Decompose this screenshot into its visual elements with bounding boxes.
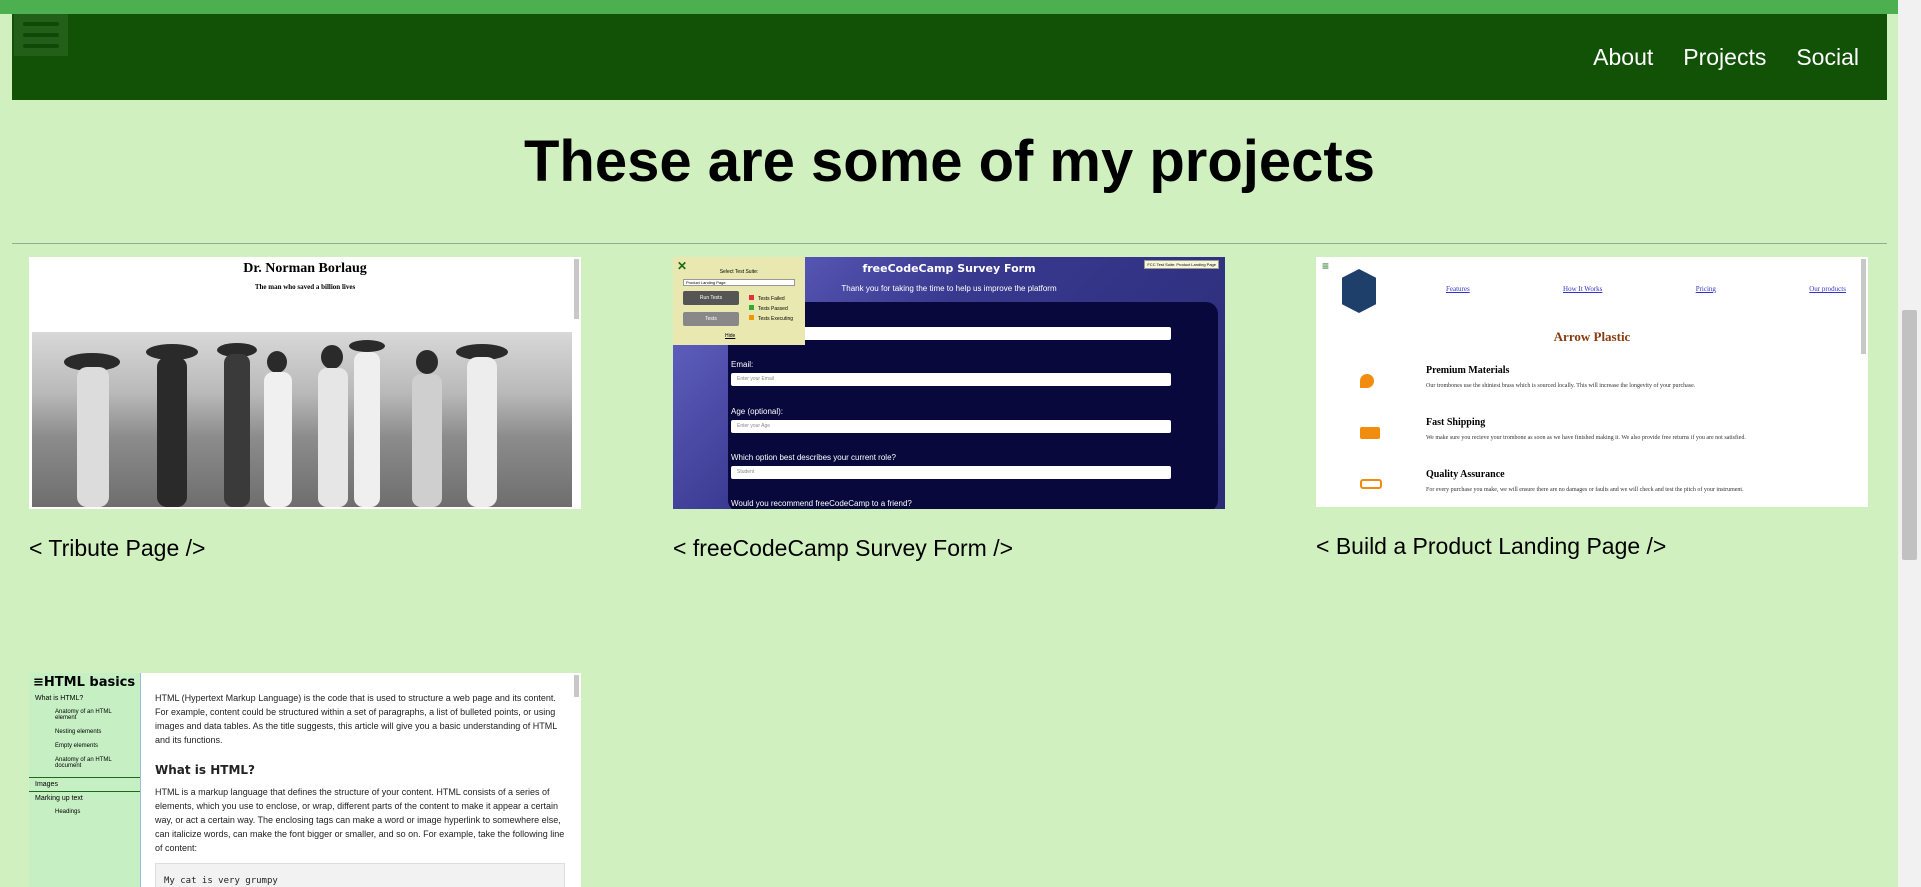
thumb-basics-side-title: ≡HTML basics [33,675,136,690]
thumb-survey-email-input: Enter your Email [731,373,1171,386]
side-item: Marking up text [29,791,140,805]
feature-title: Premium Materials [1426,365,1510,376]
fire-icon [1360,374,1374,388]
project-thumbnail-html-basics[interactable]: ≡HTML basics What is HTML? Anatomy of an… [29,673,581,887]
project-thumbnail-tribute[interactable]: Dr. Norman Borlaug The man who saved a b… [29,257,581,509]
fcc-suite-select: Product Landing Page [683,279,795,286]
thumb-scrollbar [574,675,579,697]
project-link-tribute[interactable]: < Tribute Page /> [29,535,581,562]
thumb-basics-intro: HTML (Hypertext Markup Language) is the … [155,693,557,745]
feature-body: We make sure you recieve your trombone a… [1426,435,1746,441]
page-title: These are some of my projects [524,129,1375,194]
project-thumbnail-survey[interactable]: freeCodeCamp Survey Form Thank you for t… [673,257,1225,509]
project-card-html-basics: ≡HTML basics What is HTML? Anatomy of an… [29,673,581,887]
nav-link-about[interactable]: About [1593,44,1653,71]
fcc-tests-button: Tests [683,312,739,326]
fcc-legend-executing: Tests Executing [749,314,793,324]
thumb-tribute-subtitle: The man who saved a billion lives [254,283,356,291]
menu-icon: ≡ [1322,259,1330,273]
feature-title: Quality Assurance [1426,469,1505,480]
thumb-survey-role-select: Student [731,466,1171,479]
thumb-survey-age-input: Enter your Age [731,420,1171,433]
side-subitem: Anatomy of an HTML document [55,757,112,769]
battery-icon [1360,479,1382,489]
fcc-run-tests-button: Run Tests [683,291,739,305]
thumb-product-nav-features: Features [1446,285,1470,293]
project-card-product: ≡ Features How It Works Pricing Our prod… [1316,257,1868,560]
fcc-suite-badge: FCC Test Suite: Product Landing Page [1144,260,1219,269]
fcc-test-panel: ✕ Select Test Suite: Product Landing Pag… [673,257,805,345]
navbar: About Projects Social [12,14,1887,100]
side-subitem: Anatomy of an HTML element [55,709,112,721]
fcc-hide-link: Hide [725,333,736,339]
thumb-tribute-title: Dr. Norman Borlaug [243,261,367,276]
project-link-product[interactable]: < Build a Product Landing Page /> [1316,533,1868,560]
scales-logo-icon [1342,269,1376,313]
thumb-basics-main: HTML (Hypertext Markup Language) is the … [155,691,565,887]
tribute-photo-image [32,332,572,507]
feature-body: For every purchase you make, we will ens… [1426,487,1744,493]
side-item: Images [29,777,140,791]
thumb-basics-code: My cat is very grumpy [155,863,565,887]
fcc-legend-passed: Tests Passed [749,304,793,314]
thumb-product-nav-pricing: Pricing [1695,285,1716,293]
section-divider [12,243,1887,244]
thumb-scrollbar [1861,259,1866,354]
thumb-scrollbar [574,259,579,319]
nav-link-projects[interactable]: Projects [1683,44,1766,71]
thumb-basics-heading: What is HTML? [155,763,256,777]
project-link-survey[interactable]: < freeCodeCamp Survey Form /> [673,535,1225,562]
top-accent-stripe [0,0,1898,14]
side-subitem: Empty elements [55,743,99,749]
feature-body: Our trombones use the shiniest brass whi… [1426,383,1696,389]
fcc-tests-title: Select Test Suite: [719,269,759,275]
thumb-survey-age-label: Age (optional): [731,407,784,416]
page-scrollbar[interactable] [1898,0,1921,887]
feature-title: Fast Shipping [1426,417,1486,428]
thumb-product-nav-products: Our products [1809,285,1846,293]
side-subitem: Headings [55,809,81,815]
project-card-survey: freeCodeCamp Survey Form Thank you for t… [673,257,1225,562]
project-card-tribute: Dr. Norman Borlaug The man who saved a b… [29,257,581,562]
thumb-basics-sidebar: ≡HTML basics What is HTML? Anatomy of an… [29,673,141,887]
thumb-product-nav: Features How It Works Pricing Our produc… [1446,285,1846,293]
thumb-survey-recommend-label: Would you recommend freeCodeCamp to a fr… [731,499,912,508]
fcc-legend-failed: Tests Failed [749,294,793,304]
side-item: What is HTML? [35,695,84,702]
thumb-basics-body: HTML is a markup language that defines t… [155,787,565,853]
nav-link-social[interactable]: Social [1796,44,1859,71]
thumb-survey-role-label: Which option best describes your current… [731,453,896,462]
hamburger-menu-icon[interactable] [14,14,68,56]
project-thumbnail-product[interactable]: ≡ Features How It Works Pricing Our prod… [1316,257,1868,507]
thumb-product-title: Arrow Plastic [1553,329,1631,344]
thumb-survey-email-label: Email: [731,360,754,369]
truck-icon [1360,427,1380,439]
thumb-product-nav-how: How It Works [1563,285,1603,293]
scrollbar-thumb[interactable] [1902,310,1917,560]
side-subitem: Nesting elements [55,729,102,735]
nav-links: About Projects Social [1593,44,1859,71]
